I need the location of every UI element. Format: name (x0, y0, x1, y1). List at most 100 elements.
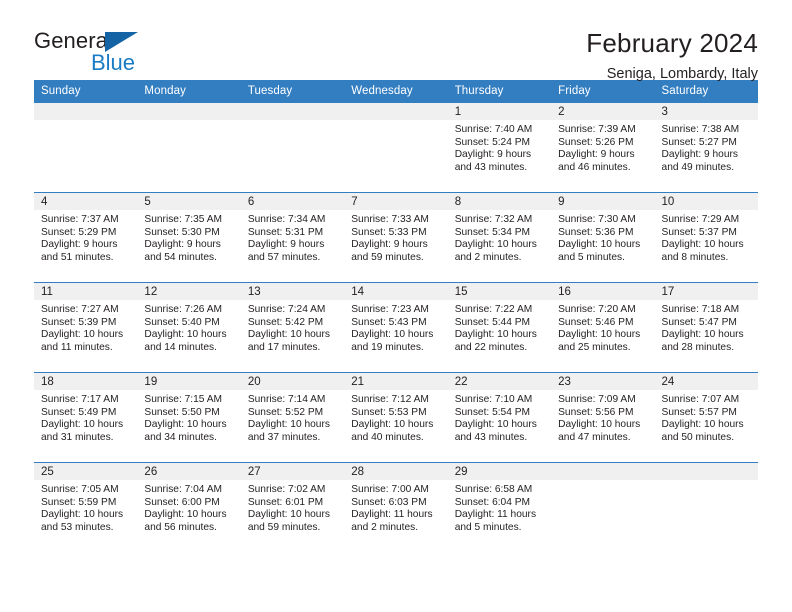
calendar-day-cell[interactable]: 1 Sunrise: 7:40 AM Sunset: 5:24 PM Daylight… (447, 102, 552, 193)
calendar-day-cell[interactable]: 27 Sunrise: 7:02 AM Sunset: 6:01 PM Dayligh… (240, 462, 345, 553)
day-detail-line: Sunset: 5:49 PM (41, 406, 117, 418)
calendar-day-cell[interactable]: 13 Sunrise: 7:24 AM Sunset: 5:42 PM Dayligh… (240, 282, 345, 373)
day-number: 12 (137, 283, 241, 300)
day-detail-line: Sunset: 5:54 PM (454, 406, 531, 418)
title-block: February 2024 Seniga, Lombardy, Italy (586, 28, 758, 84)
calendar-cell-empty (344, 102, 448, 193)
day-details: Sunrise: 7:00 AM Sunset: 6:03 PM Daylight:… (344, 480, 447, 534)
day-detail-line: and 57 minutes. (247, 251, 321, 263)
calendar-day-cell[interactable]: 22 Sunrise: 7:10 AM Sunset: 5:54 PM Dayligh… (447, 372, 552, 463)
calendar-day-cell[interactable]: 12 Sunrise: 7:26 AM Sunset: 5:40 PM Dayligh… (137, 282, 241, 373)
calendar-page: General Blue February 2024 Seniga, Lomba… (0, 0, 792, 612)
calendar-day-cell[interactable]: 25 Sunrise: 7:05 AM Sunset: 5:59 PM Dayligh… (34, 462, 138, 553)
calendar-cell-inner: 14 Sunrise: 7:23 AM Sunset: 5:43 PM Dayligh… (344, 283, 448, 372)
day-details: Sunrise: 7:20 AM Sunset: 5:46 PM Daylight:… (551, 300, 654, 354)
page-subtitle: Seniga, Lombardy, Italy (606, 66, 758, 82)
day-number: 3 (654, 103, 758, 120)
calendar-day-cell[interactable]: 16 Sunrise: 7:20 AM Sunset: 5:46 PM Dayligh… (551, 282, 655, 373)
day-number: 28 (344, 463, 448, 480)
day-detail-line: Sunset: 5:31 PM (247, 226, 324, 238)
calendar-day-cell[interactable]: 28 Sunrise: 7:00 AM Sunset: 6:03 PM Dayligh… (344, 462, 448, 553)
day-details: Sunrise: 6:58 AM Sunset: 6:04 PM Daylight:… (448, 480, 551, 534)
day-detail-line: Daylight: 10 hours (558, 239, 641, 251)
day-detail-line: Sunset: 5:40 PM (144, 316, 220, 328)
day-detail-line: Sunset: 5:44 PM (454, 316, 531, 328)
day-number: 22 (447, 373, 552, 390)
day-detail-line: Sunset: 5:59 PM (41, 496, 117, 508)
calendar-day-cell[interactable]: 7 Sunrise: 7:33 AM Sunset: 5:33 PM Daylight… (344, 192, 448, 283)
day-detail-line: Sunrise: 7:22 AM (454, 304, 533, 315)
calendar-cell-inner: 7 Sunrise: 7:33 AM Sunset: 5:33 PM Daylight… (344, 193, 448, 282)
page-title: February 2024 (586, 28, 758, 58)
calendar-day-cell[interactable]: 2 Sunrise: 7:39 AM Sunset: 5:26 PM Daylight… (551, 102, 655, 193)
day-detail-line: Sunset: 5:24 PM (454, 136, 531, 148)
day-details: Sunrise: 7:33 AM Sunset: 5:33 PM Daylight:… (344, 210, 447, 264)
calendar-day-cell[interactable]: 15 Sunrise: 7:22 AM Sunset: 5:44 PM Dayligh… (447, 282, 552, 373)
triangle-icon (105, 32, 138, 52)
day-details: Sunrise: 7:30 AM Sunset: 5:36 PM Daylight:… (551, 210, 654, 264)
calendar-day-cell[interactable]: 24 Sunrise: 7:07 AM Sunset: 5:57 PM Dayligh… (654, 372, 758, 463)
day-details: Sunrise: 7:17 AM Sunset: 5:49 PM Daylight:… (34, 390, 137, 444)
day-detail-line: Daylight: 9 hours (41, 239, 118, 251)
day-detail-line: Sunrise: 7:40 AM (454, 124, 533, 135)
calendar-cell-inner: 4 Sunrise: 7:37 AM Sunset: 5:29 PM Daylight… (34, 193, 138, 282)
day-number: 9 (551, 193, 655, 210)
day-number: 1 (447, 103, 552, 120)
calendar-day-cell[interactable]: 21 Sunrise: 7:12 AM Sunset: 5:53 PM Dayligh… (344, 372, 448, 463)
calendar-day-cell[interactable]: 9 Sunrise: 7:30 AM Sunset: 5:36 PM Daylight… (551, 192, 655, 283)
calendar-week-row: 11 Sunrise: 7:27 AM Sunset: 5:39 PM Dayligh… (34, 282, 758, 373)
day-details: Sunrise: 7:22 AM Sunset: 5:44 PM Daylight:… (448, 300, 551, 354)
day-detail-line: and 59 minutes. (351, 251, 424, 263)
calendar-day-cell[interactable]: 6 Sunrise: 7:34 AM Sunset: 5:31 PM Daylight… (240, 192, 345, 283)
brand-logo[interactable]: General Blue (34, 28, 164, 80)
day-detail-line: Sunset: 5:27 PM (661, 136, 737, 148)
day-detail-line: Sunrise: 7:23 AM (351, 304, 429, 315)
calendar-cell-inner (551, 463, 655, 553)
day-number (34, 103, 138, 120)
day-detail-line: Daylight: 9 hours (454, 149, 532, 161)
calendar-day-cell[interactable]: 10 Sunrise: 7:29 AM Sunset: 5:37 PM Dayligh… (654, 192, 758, 283)
day-detail-line: Sunrise: 7:04 AM (144, 484, 223, 495)
day-number: 17 (654, 283, 758, 300)
calendar-day-cell[interactable]: 20 Sunrise: 7:14 AM Sunset: 5:52 PM Dayligh… (240, 372, 345, 463)
day-number: 10 (654, 193, 758, 210)
calendar-day-cell[interactable]: 5 Sunrise: 7:35 AM Sunset: 5:30 PM Daylight… (137, 192, 241, 283)
day-detail-line: Sunset: 5:29 PM (41, 226, 117, 238)
calendar-day-cell[interactable]: 26 Sunrise: 7:04 AM Sunset: 6:00 PM Dayligh… (137, 462, 241, 553)
calendar-week-row: 18 Sunrise: 7:17 AM Sunset: 5:49 PM Dayligh… (34, 372, 758, 463)
day-detail-line: Sunset: 5:50 PM (144, 406, 220, 418)
day-detail-line: Sunset: 5:57 PM (661, 406, 737, 418)
day-detail-line: Sunrise: 7:29 AM (661, 214, 740, 225)
day-details: Sunrise: 7:29 AM Sunset: 5:37 PM Daylight:… (655, 210, 758, 264)
day-detail-line: Sunrise: 7:05 AM (41, 484, 119, 495)
day-number (654, 463, 758, 480)
calendar-day-cell[interactable]: 17 Sunrise: 7:18 AM Sunset: 5:47 PM Dayligh… (654, 282, 758, 373)
calendar-day-cell[interactable]: 19 Sunrise: 7:15 AM Sunset: 5:50 PM Dayligh… (137, 372, 241, 463)
day-details: Sunrise: 7:37 AM Sunset: 5:29 PM Daylight:… (34, 210, 137, 264)
calendar-cell-inner: 24 Sunrise: 7:07 AM Sunset: 5:57 PM Dayligh… (654, 373, 758, 462)
calendar-cell-inner (344, 103, 448, 192)
day-number: 13 (240, 283, 345, 300)
day-details (344, 120, 447, 124)
day-detail-line: Sunset: 5:26 PM (558, 136, 634, 148)
calendar-day-cell[interactable]: 23 Sunrise: 7:09 AM Sunset: 5:56 PM Dayligh… (551, 372, 655, 463)
calendar-cell-inner: 5 Sunrise: 7:35 AM Sunset: 5:30 PM Daylight… (137, 193, 241, 282)
calendar-day-cell[interactable]: 8 Sunrise: 7:32 AM Sunset: 5:34 PM Daylight… (447, 192, 552, 283)
day-detail-line: Daylight: 10 hours (558, 419, 641, 431)
calendar-day-cell[interactable]: 4 Sunrise: 7:37 AM Sunset: 5:29 PM Daylight… (34, 192, 138, 283)
calendar-day-cell[interactable]: 18 Sunrise: 7:17 AM Sunset: 5:49 PM Dayligh… (34, 372, 138, 463)
calendar-day-cell[interactable]: 11 Sunrise: 7:27 AM Sunset: 5:39 PM Dayligh… (34, 282, 138, 373)
calendar-day-cell[interactable]: 29 Sunrise: 6:58 AM Sunset: 6:04 PM Dayligh… (447, 462, 552, 553)
calendar-day-cell[interactable]: 3 Sunrise: 7:38 AM Sunset: 5:27 PM Daylight… (654, 102, 758, 193)
day-detail-line: Sunset: 5:43 PM (351, 316, 427, 328)
day-number: 21 (344, 373, 448, 390)
calendar-cell-inner (240, 103, 345, 192)
calendar-day-cell[interactable]: 14 Sunrise: 7:23 AM Sunset: 5:43 PM Dayligh… (344, 282, 448, 373)
day-detail-line: Daylight: 10 hours (247, 419, 330, 431)
day-detail-line: Sunrise: 7:39 AM (558, 124, 636, 135)
day-detail-line: and 14 minutes. (144, 341, 217, 353)
calendar-week-row: 1 Sunrise: 7:40 AM Sunset: 5:24 PM Daylight… (34, 102, 758, 193)
day-detail-line: Daylight: 10 hours (661, 419, 744, 431)
day-details: Sunrise: 7:32 AM Sunset: 5:34 PM Daylight:… (448, 210, 551, 264)
day-number (344, 103, 448, 120)
